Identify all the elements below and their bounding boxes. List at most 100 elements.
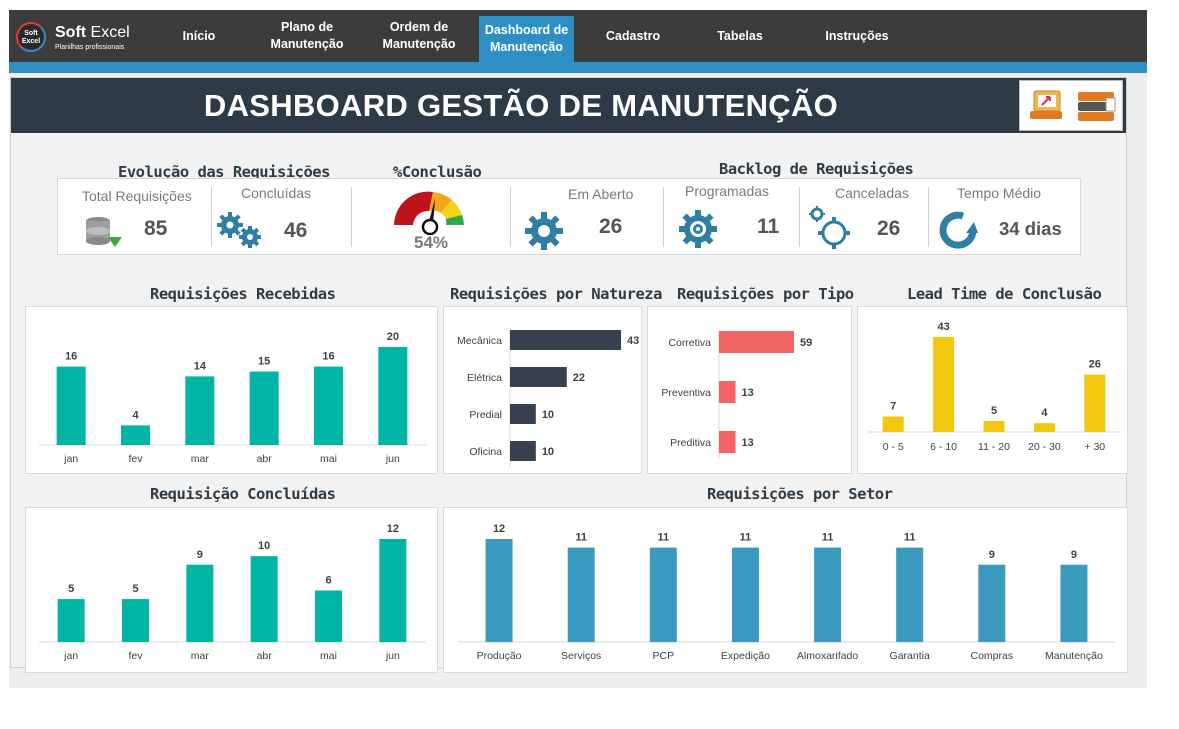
setor-tick-label: Manutenção xyxy=(1045,650,1103,662)
setor-tick-label: PCP xyxy=(653,650,675,662)
page-title: DASHBOARD GESTÃO DE MANUTENÇÃO xyxy=(203,88,839,123)
concluidas-bar xyxy=(379,539,407,642)
concluidas-tick-label: jun xyxy=(385,650,400,662)
nav-item-ordem[interactable]: Ordem de Manutenção xyxy=(373,10,465,62)
tipo-data-label: 59 xyxy=(800,337,812,349)
database-icon xyxy=(86,217,122,247)
kpi-canceladas-label: Canceladas xyxy=(835,185,909,201)
concluidas-bar xyxy=(315,590,342,642)
setor-bar xyxy=(814,547,842,642)
natureza-tick-label: Mecânica xyxy=(457,335,502,347)
gauge-value: 54% xyxy=(414,233,449,252)
nav-item-cadastro[interactable]: Cadastro xyxy=(595,10,671,62)
kpi-aberto-label: Em Aberto xyxy=(568,186,634,202)
gears-outline-icon xyxy=(809,206,850,249)
card-natureza: 43 Mecânica 22 Elétrica 10 Predial 10 Oficina xyxy=(443,306,642,474)
recebidas-tick-label: fev xyxy=(128,453,143,465)
chart-concluidas: 5 jan 5 fev 9 mar 10 abr 6 mai 12 jun xyxy=(39,523,426,662)
chart-natureza: 43 Mecânica 22 Elétrica 10 Predial 10 Oficina xyxy=(457,328,639,467)
section-recebidas: Requisições Recebidas xyxy=(150,285,336,303)
concluidas-bar xyxy=(57,599,85,642)
update-icon[interactable] xyxy=(1030,90,1062,119)
section-backlog: Backlog de Requisições xyxy=(719,160,914,178)
card-leadtime: 7 0 - 5 43 6 - 10 5 11 - 20 4 20 - 30 26 + 30 xyxy=(857,306,1128,474)
recebidas-tick-label: jan xyxy=(63,453,78,465)
tipo-tick-label: Corretiva xyxy=(668,337,711,349)
title-action-icons xyxy=(1030,90,1116,121)
gear-icon xyxy=(525,212,563,250)
recebidas-data-label: 4 xyxy=(132,409,139,421)
recebidas-data-label: 16 xyxy=(322,351,334,363)
concluidas-data-label: 9 xyxy=(197,549,203,561)
logo-icon: Soft Excel xyxy=(16,22,46,52)
leadtime-bar xyxy=(882,416,904,432)
recebidas-tick-label: jun xyxy=(385,453,400,465)
natureza-data-label: 10 xyxy=(542,409,554,421)
setor-tick-label: Produção xyxy=(477,650,522,662)
natureza-data-label: 43 xyxy=(627,335,639,347)
natureza-bar xyxy=(510,441,536,461)
kpi-aberto-value: 26 xyxy=(599,215,623,238)
setor-data-label: 11 xyxy=(657,532,669,544)
conclusion-gauge xyxy=(394,191,464,235)
setor-tick-label: Expedição xyxy=(721,650,770,662)
concluidas-data-label: 5 xyxy=(68,583,74,595)
setor-tick-label: Serviços xyxy=(561,650,601,662)
concluidas-bar xyxy=(186,564,214,642)
kpi-total-label: Total Requisições xyxy=(82,188,192,204)
recebidas-bar xyxy=(185,376,215,445)
recebidas-tick-label: mar xyxy=(191,453,210,465)
concluidas-bar xyxy=(122,599,149,642)
nav-stripe xyxy=(9,62,1147,73)
natureza-data-label: 10 xyxy=(542,446,554,458)
section-leadtime: Lead Time de Conclusão xyxy=(907,285,1102,303)
recebidas-bar xyxy=(121,425,150,445)
setor-tick-label: Garantia xyxy=(890,650,930,662)
natureza-tick-label: Elétrica xyxy=(467,372,502,384)
kpi-divider xyxy=(211,187,212,247)
kpi-programadas-label: Programadas xyxy=(685,183,770,199)
section-setor: Requisições por Setor xyxy=(707,485,893,503)
files-icon[interactable] xyxy=(1078,92,1116,121)
nav-item-inicio[interactable]: Início xyxy=(167,10,231,62)
leadtime-data-label: 4 xyxy=(1041,407,1048,419)
leadtime-bar xyxy=(933,337,955,432)
kpi-concluidas-label: Concluídas xyxy=(241,185,312,201)
leadtime-data-label: 7 xyxy=(890,401,896,413)
leadtime-data-label: 43 xyxy=(937,321,949,333)
leadtime-data-label: 26 xyxy=(1089,359,1101,371)
kpi-tempo-label: Tempo Médio xyxy=(957,185,1042,201)
nav-item-plano[interactable]: Plano de Manutenção xyxy=(261,10,353,62)
nav-item-instrucoes[interactable]: Instruções xyxy=(811,10,903,62)
chart-setor: 12 Produção 11 Serviços 11 PCP 11 Expedição 11 Al… xyxy=(458,523,1115,662)
leadtime-data-label: 5 xyxy=(991,405,997,417)
setor-bar xyxy=(978,564,1006,642)
kpi-concluidas-value: 46 xyxy=(284,219,308,242)
natureza-data-label: 22 xyxy=(573,372,585,384)
concluidas-tick-label: fev xyxy=(128,650,143,662)
natureza-tick-label: Predial xyxy=(469,409,502,421)
setor-data-label: 11 xyxy=(822,532,834,544)
section-concluidas: Requisição Concluídas xyxy=(150,485,336,503)
leadtime-tick-label: 0 - 5 xyxy=(883,441,904,453)
kpi-strip: Total Requisições 85 Concluídas 46 54% E… xyxy=(57,178,1081,255)
leadtime-bar xyxy=(1033,423,1055,432)
nav-item-dashboard[interactable]: Dashboard de Manutenção xyxy=(479,16,574,62)
card-concluidas: 5 jan 5 fev 9 mar 10 abr 6 mai 12 jun xyxy=(25,507,438,673)
setor-bar xyxy=(485,539,513,642)
natureza-tick-label: Oficina xyxy=(469,446,502,458)
tipo-tick-label: Preditiva xyxy=(670,437,711,449)
target-gear-icon xyxy=(679,210,717,248)
concluidas-data-label: 12 xyxy=(387,523,399,535)
leadtime-bar xyxy=(983,420,1005,432)
concluidas-tick-label: abr xyxy=(257,650,273,662)
kpi-divider xyxy=(799,187,800,247)
setor-bar xyxy=(1060,564,1088,642)
kpi-divider xyxy=(663,187,664,247)
nav-item-tabelas[interactable]: Tabelas xyxy=(702,10,778,62)
tipo-bar xyxy=(719,331,794,353)
leadtime-tick-label: 11 - 20 xyxy=(978,441,1010,453)
title-bar: DASHBOARD GESTÃO DE MANUTENÇÃO xyxy=(11,78,1126,133)
top-nav: Soft Excel Soft Excel Planilhas profissi… xyxy=(9,10,1147,62)
tipo-bar xyxy=(719,381,736,403)
